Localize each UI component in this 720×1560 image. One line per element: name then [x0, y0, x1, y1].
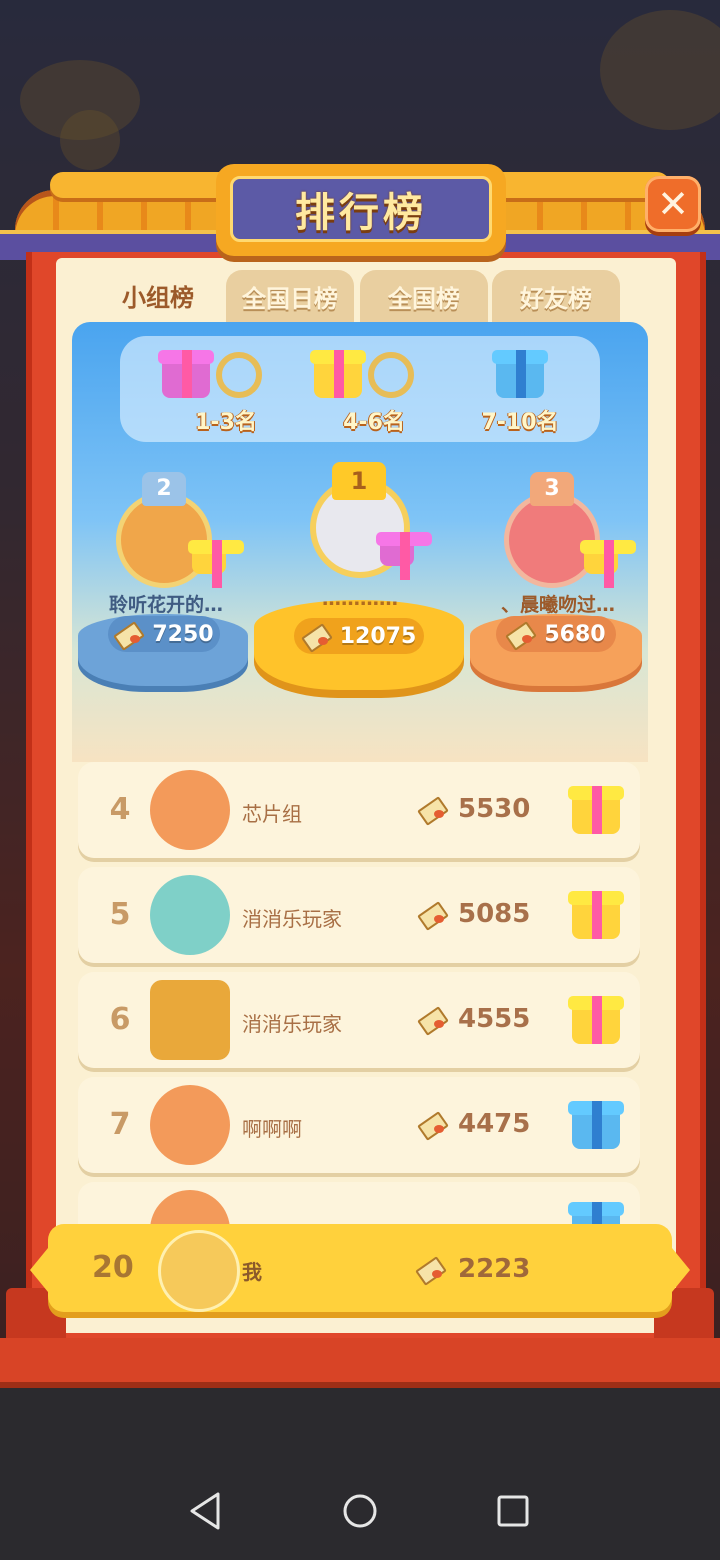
list-item[interactable]: 4 芯片组 5530 [78, 762, 640, 858]
tab-national-daily[interactable]: 全国日榜 [226, 270, 354, 322]
score-pill: 12075 [294, 618, 424, 654]
wreath-icon [216, 352, 262, 398]
reward-tier-label: 4-6名 [343, 410, 405, 435]
crown-icon: 3 [530, 472, 574, 506]
blue-gift-icon [572, 1101, 620, 1149]
pencil-icon [418, 1113, 448, 1135]
podium-name: 聆听花开的… [108, 594, 223, 616]
tab-national[interactable]: 全国榜 [360, 270, 488, 322]
pencil-icon [418, 903, 448, 925]
crown-icon: 2 [142, 472, 186, 506]
player-score: 4475 [458, 1109, 531, 1139]
blue-gift-icon [496, 350, 544, 398]
rank-number: 4 [109, 792, 131, 827]
tab-group-rank[interactable]: 小组榜 [98, 266, 218, 324]
back-icon[interactable] [182, 1486, 232, 1536]
my-rank-row[interactable]: 20 我 2223 [30, 1224, 690, 1312]
title-plaque: 排行榜 [216, 164, 506, 256]
player-name: 消消乐玩家 [242, 907, 342, 931]
page-title: 排行榜 [295, 190, 427, 236]
wreath-icon [368, 352, 414, 398]
top-three-panel: 1-3名 4-6名 7-10名 2 聆听花开的… 7250 1 ………… 120… [72, 322, 648, 762]
pencil-icon [114, 623, 144, 645]
system-nav-bar [0, 1460, 720, 1560]
yellow-gift-icon [192, 540, 226, 588]
rank-number: 5 [109, 897, 131, 932]
player-score: 5530 [458, 794, 531, 824]
pencil-icon [302, 625, 332, 647]
yellow-gift-icon [572, 996, 620, 1044]
recent-apps-icon[interactable] [488, 1486, 538, 1536]
pencil-icon [418, 1008, 448, 1030]
pencil-icon [506, 623, 536, 645]
player-score: 5085 [458, 899, 531, 929]
avatar [158, 1230, 240, 1312]
avatar [150, 1085, 230, 1165]
pink-gift-icon [380, 532, 414, 580]
pink-gift-icon [162, 350, 210, 398]
podium-name: ………… [322, 588, 398, 610]
avatar [150, 770, 230, 850]
pencil-icon [418, 798, 448, 820]
yellow-gift-icon [572, 786, 620, 834]
podium-name: 、晨曦吻过… [500, 594, 615, 616]
list-item[interactable]: 5 消消乐玩家 5085 [78, 867, 640, 963]
avatar [150, 980, 230, 1060]
reward-tier-2[interactable]: 4-6名 [304, 344, 444, 440]
reward-tier-1[interactable]: 1-3名 [156, 344, 296, 440]
player-name: 消消乐玩家 [242, 1012, 342, 1036]
player-name: 我 [242, 1260, 262, 1284]
list-item[interactable]: 7 啊啊啊 4475 [78, 1077, 640, 1173]
player-score: 4555 [458, 1004, 531, 1034]
score-pill: 5680 [496, 616, 616, 652]
tab-bar: 小组榜 全国日榜 全国榜 好友榜 [98, 266, 628, 324]
close-button[interactable]: ✕ [645, 176, 701, 232]
reward-tier-label: 1-3名 [195, 410, 257, 435]
rank-number: 20 [92, 1250, 134, 1285]
reward-tier-3[interactable]: 7-10名 [450, 344, 590, 440]
player-name: 芯片组 [242, 802, 302, 826]
reward-tiers: 1-3名 4-6名 7-10名 [120, 336, 600, 442]
frame-base [0, 1338, 720, 1382]
crown-icon: 1 [332, 462, 386, 500]
yellow-gift-icon [584, 540, 618, 588]
pencil-icon [416, 1258, 446, 1280]
list-item[interactable]: 6 消消乐玩家 4555 [78, 972, 640, 1068]
yellow-gift-icon [572, 891, 620, 939]
home-icon[interactable] [335, 1486, 385, 1536]
player-name: 啊啊啊 [242, 1117, 302, 1141]
rank-number: 6 [109, 1002, 131, 1037]
close-icon: ✕ [657, 182, 689, 226]
rank-number: 7 [109, 1107, 131, 1142]
tab-friends[interactable]: 好友榜 [492, 270, 620, 322]
yellow-gift-icon [314, 350, 362, 398]
player-score: 2223 [458, 1254, 531, 1284]
reward-tier-label: 7-10名 [481, 410, 559, 435]
score-pill: 7250 [108, 616, 220, 652]
avatar [150, 875, 230, 955]
